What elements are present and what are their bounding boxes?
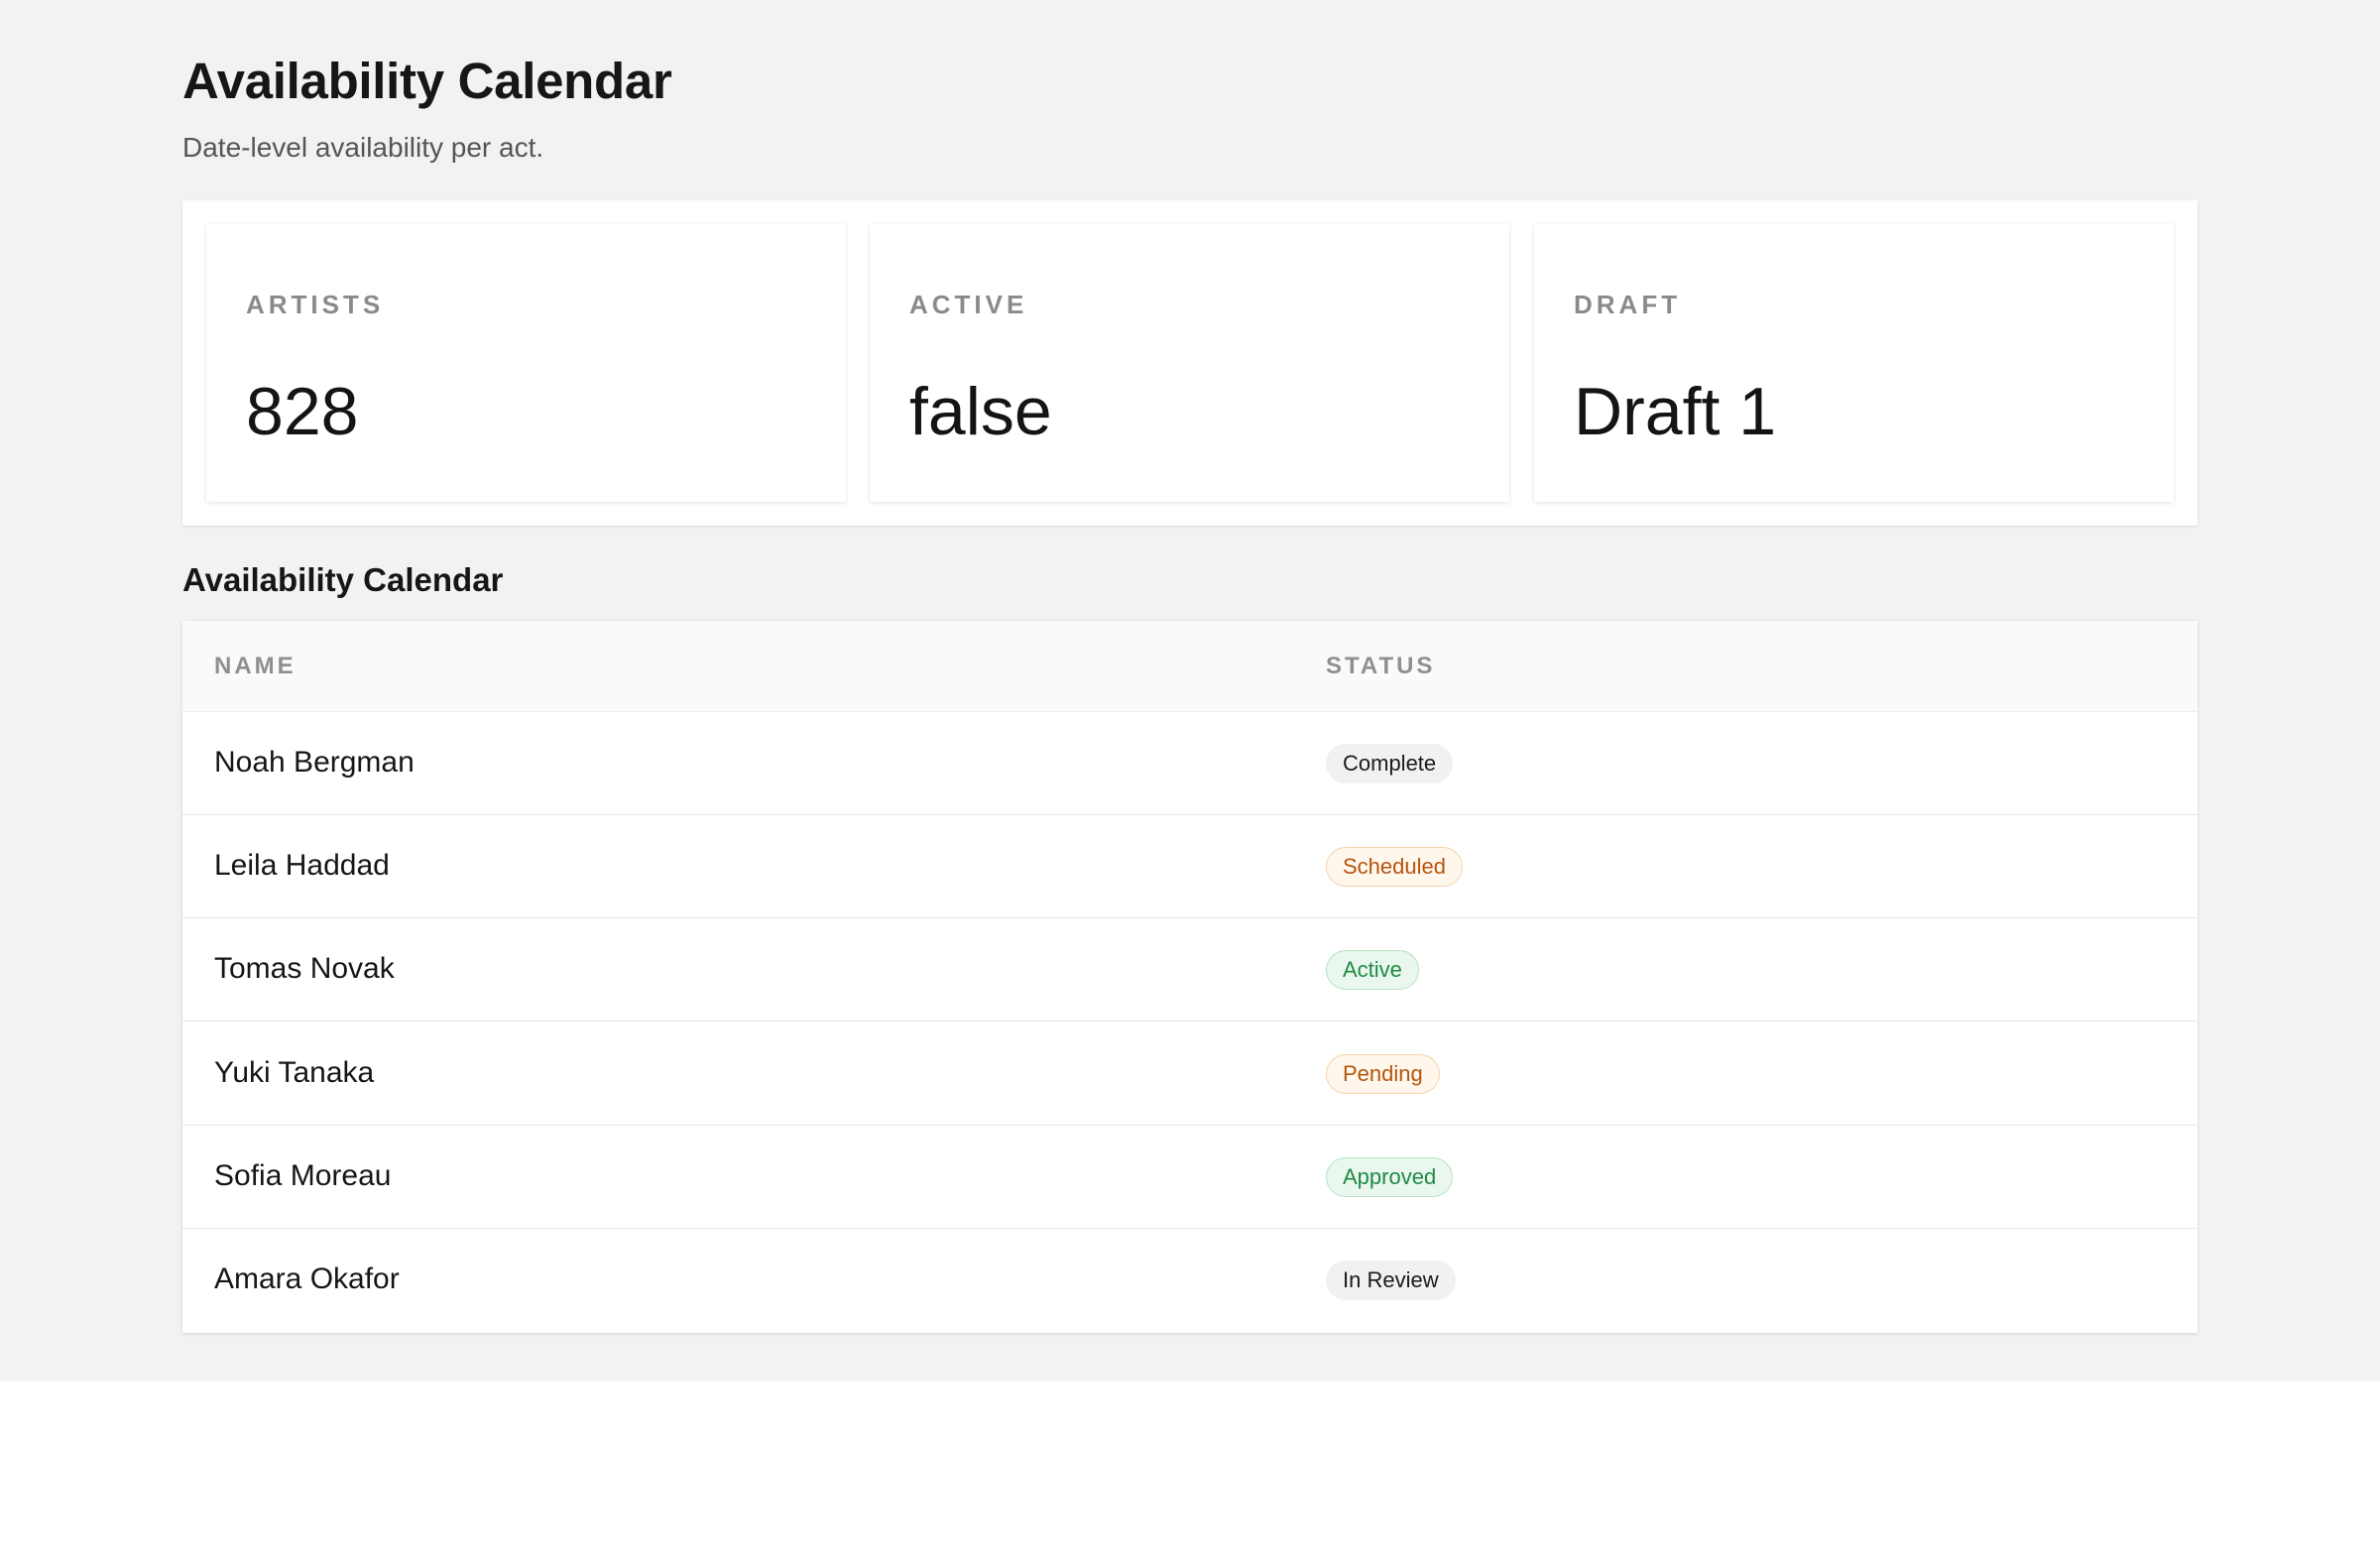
table-row[interactable]: Amara Okafor In Review	[182, 1229, 2198, 1332]
row-name: Sofia Moreau	[214, 1159, 392, 1192]
column-header-status[interactable]: STATUS	[1326, 653, 1435, 680]
stat-label: ACTIVE	[909, 290, 1028, 319]
row-name: Yuki Tanaka	[214, 1056, 375, 1089]
status-badge: Pending	[1326, 1054, 1440, 1094]
stat-label: ARTISTS	[246, 290, 385, 319]
stat-card-artists: ARTISTS 828	[206, 224, 846, 502]
row-name: Leila Haddad	[214, 849, 390, 882]
table-row[interactable]: Sofia Moreau Approved	[182, 1126, 2198, 1229]
status-badge: Complete	[1326, 744, 1454, 783]
column-header-name[interactable]: NAME	[214, 653, 297, 680]
availability-table: NAME STATUS Noah Bergman Complete Leila …	[182, 621, 2198, 1333]
status-badge: Scheduled	[1326, 847, 1463, 887]
status-badge: Active	[1326, 950, 1419, 990]
stat-value: Draft 1	[1574, 374, 1777, 449]
stat-card-draft: DRAFT Draft 1	[1534, 224, 2174, 502]
table-row[interactable]: Noah Bergman Complete	[182, 712, 2198, 815]
status-badge: In Review	[1326, 1261, 1456, 1300]
page-title: Availability Calendar	[182, 53, 672, 109]
page-subtitle: Date-level availability per act.	[182, 132, 544, 163]
row-name: Tomas Novak	[214, 952, 395, 985]
stat-card-active: ACTIVE false	[870, 224, 1509, 502]
table-row[interactable]: Tomas Novak Active	[182, 918, 2198, 1022]
stat-value: 828	[246, 374, 359, 449]
stats-panel: ARTISTS 828 ACTIVE false DRAFT Draft 1	[182, 200, 2198, 526]
table-row[interactable]: Leila Haddad Scheduled	[182, 815, 2198, 918]
status-badge: Approved	[1326, 1157, 1454, 1197]
row-name: Noah Bergman	[214, 746, 415, 779]
row-name: Amara Okafor	[214, 1262, 400, 1295]
table-header: NAME STATUS	[182, 621, 2198, 712]
table-row[interactable]: Yuki Tanaka Pending	[182, 1022, 2198, 1126]
stat-value: false	[909, 374, 1052, 449]
stat-label: DRAFT	[1574, 290, 1682, 319]
section-title: Availability Calendar	[182, 561, 504, 598]
